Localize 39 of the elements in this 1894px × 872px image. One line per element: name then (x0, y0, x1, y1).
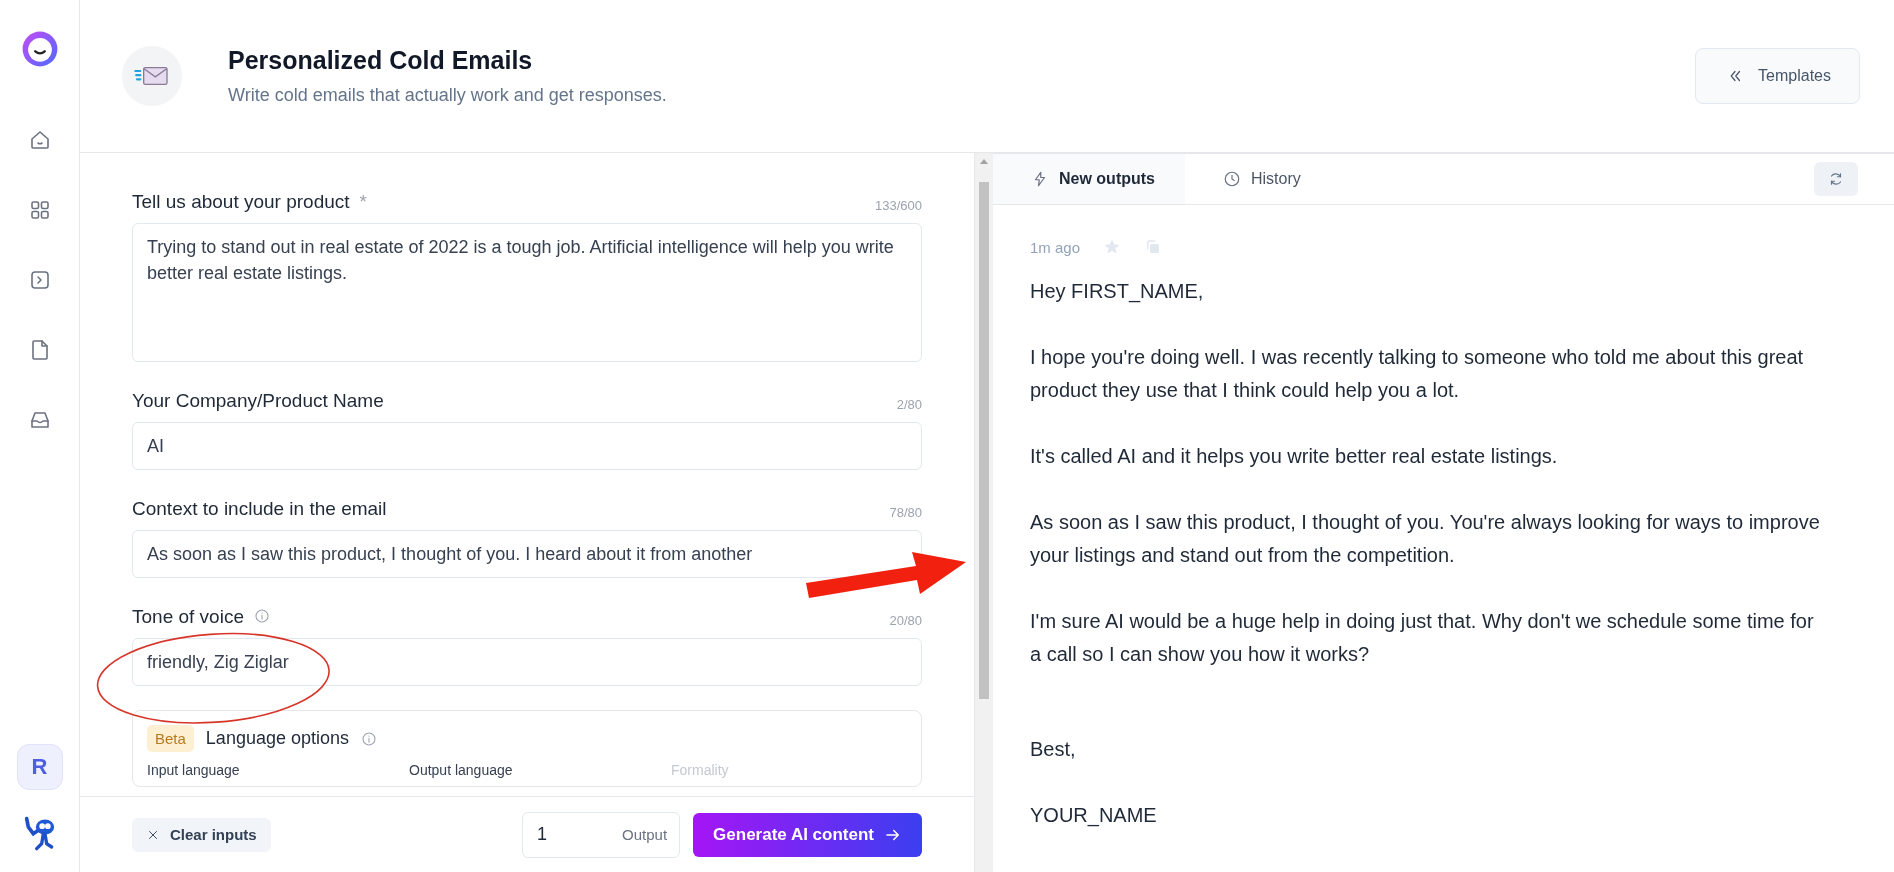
output-count-field[interactable]: 1 Output (522, 811, 681, 858)
email-closing: Best, (1030, 737, 1077, 762)
option-label: Formality (671, 762, 730, 778)
input-field[interactable]: As soon as I saw this product, I thought of you. I heard about it from another (132, 530, 922, 578)
timestamp: 1m ago (1030, 238, 1081, 256)
input-field[interactable]: AI (132, 422, 922, 470)
email-paragraph: I'm sure AI would be a huge help in doing just that. Why don't we schedule some time for a call so I can show you how it works? (1030, 609, 1815, 667)
email-paragraph: As soon as I saw this product, I thought of you. You're always looking for ways to improve your listings and stand out from the competition. (1030, 510, 1821, 568)
email-paragraph: Hey FIRST_NAME, (1030, 279, 1205, 305)
field-label: Context to include in the email (132, 498, 387, 520)
clock-icon (1223, 170, 1241, 188)
character-counter: 20/80 (889, 613, 922, 628)
email-paragraph: I hope you're doing well. I was recently talking to someone who told me about this great product they use that I think could help you a lot. (1030, 345, 1805, 403)
page-subtitle: Write cold emails that actually work and get responses. (228, 85, 668, 106)
email-paragraph: It's called AI and it helps you write better real estate listings. (1030, 444, 1559, 469)
character-counter: 2/80 (896, 397, 922, 412)
character-counter: 133/600 (875, 198, 922, 213)
templates-button[interactable]: Templates (1695, 48, 1860, 104)
character-counter: 78/80 (889, 505, 922, 520)
tab[interactable]: New outputs (993, 154, 1185, 204)
option-label: Output language (409, 762, 514, 778)
option-label: Input language (147, 762, 241, 778)
text-area[interactable]: Trying to stand out in real estate of 2022 is a tough job. Artificial intelligence will help you write better real estate listings. (132, 223, 922, 362)
field-label: Tell us about your product (132, 191, 350, 213)
email-closing: YOUR_NAME (1030, 803, 1158, 829)
field-label: Tone of voice (132, 606, 244, 628)
info-icon (361, 730, 377, 747)
user-avatar[interactable]: R (16, 744, 63, 790)
page-title: Personalized Cold Emails (228, 46, 534, 75)
clear-inputs-button[interactable]: Clear inputs (132, 817, 271, 852)
required-mark: * (359, 191, 367, 213)
beta-badge: Beta (147, 725, 194, 752)
scrollbar[interactable] (975, 153, 993, 872)
refresh-button[interactable] (1814, 162, 1858, 196)
section-title: Language options (205, 728, 349, 749)
logo-icon[interactable] (20, 30, 59, 68)
input-field[interactable]: friendly, Zig Ziglar (132, 638, 922, 686)
field-label: Your Company/Product Name (132, 390, 384, 412)
generate-button[interactable]: Generate AI content (693, 812, 922, 857)
